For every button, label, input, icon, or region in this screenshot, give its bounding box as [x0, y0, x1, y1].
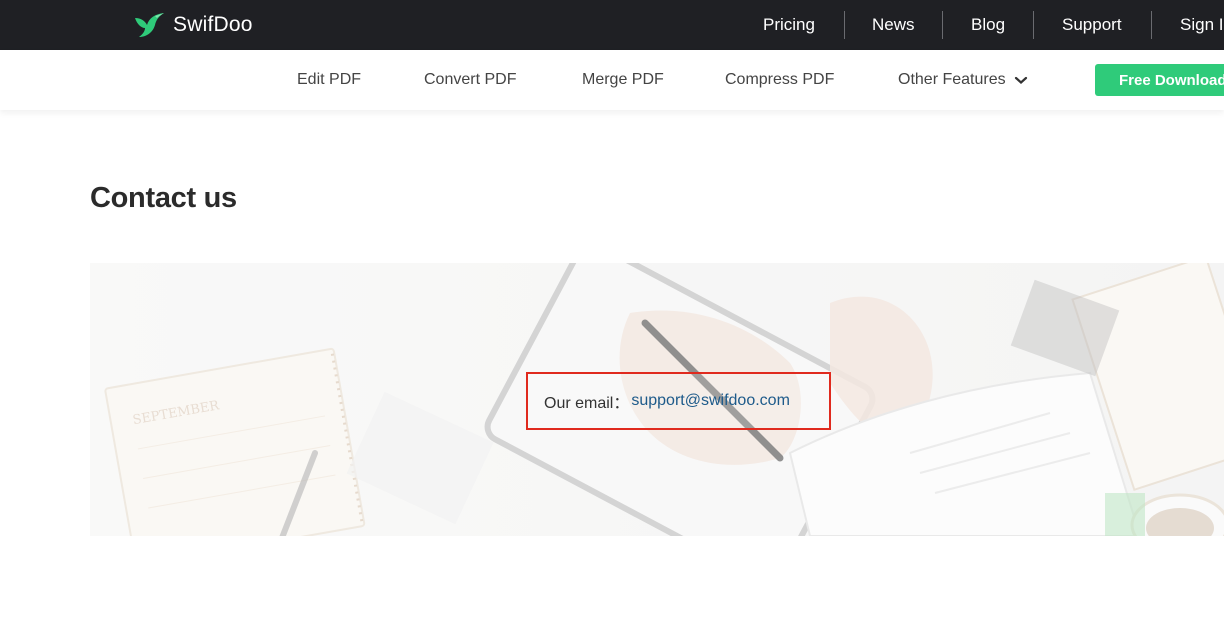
brand-name: SwifDoo [173, 13, 253, 36]
nav-divider [844, 11, 845, 39]
nav-pricing[interactable]: Pricing [763, 0, 815, 50]
chevron-down-icon [1014, 76, 1027, 84]
page-title: Contact us [90, 182, 237, 214]
free-download-button[interactable]: Free Download [1095, 64, 1224, 96]
top-bar: SwifDoo Pricing News Blog Support Sign I… [0, 0, 1224, 50]
nav-support[interactable]: Support [1062, 0, 1122, 50]
nav-compress-pdf[interactable]: Compress PDF [725, 50, 834, 110]
brand-logo[interactable]: SwifDoo [133, 12, 253, 38]
nav-merge-pdf[interactable]: Merge PDF [582, 50, 664, 110]
nav-news[interactable]: News [872, 0, 915, 50]
swift-bird-icon [135, 13, 164, 37]
nav-divider [1151, 11, 1152, 39]
nav-convert-pdf[interactable]: Convert PDF [424, 50, 516, 110]
nav-sign-in[interactable]: Sign In [1180, 0, 1224, 50]
nav-blog[interactable]: Blog [971, 0, 1005, 50]
nav-other-features-label: Other Features [898, 71, 1006, 88]
nav-edit-pdf[interactable]: Edit PDF [297, 50, 361, 110]
feature-nav: Edit PDF Convert PDF Merge PDF Compress … [0, 50, 1224, 110]
email-link[interactable]: support@swifdoo.com [631, 392, 790, 410]
nav-divider [1033, 11, 1034, 39]
email-highlight-box: Our email： support@swifdoo.com [526, 372, 831, 430]
nav-other-features[interactable]: Other Features [898, 50, 1028, 110]
nav-divider [942, 11, 943, 39]
email-label: Our email： [544, 395, 630, 412]
